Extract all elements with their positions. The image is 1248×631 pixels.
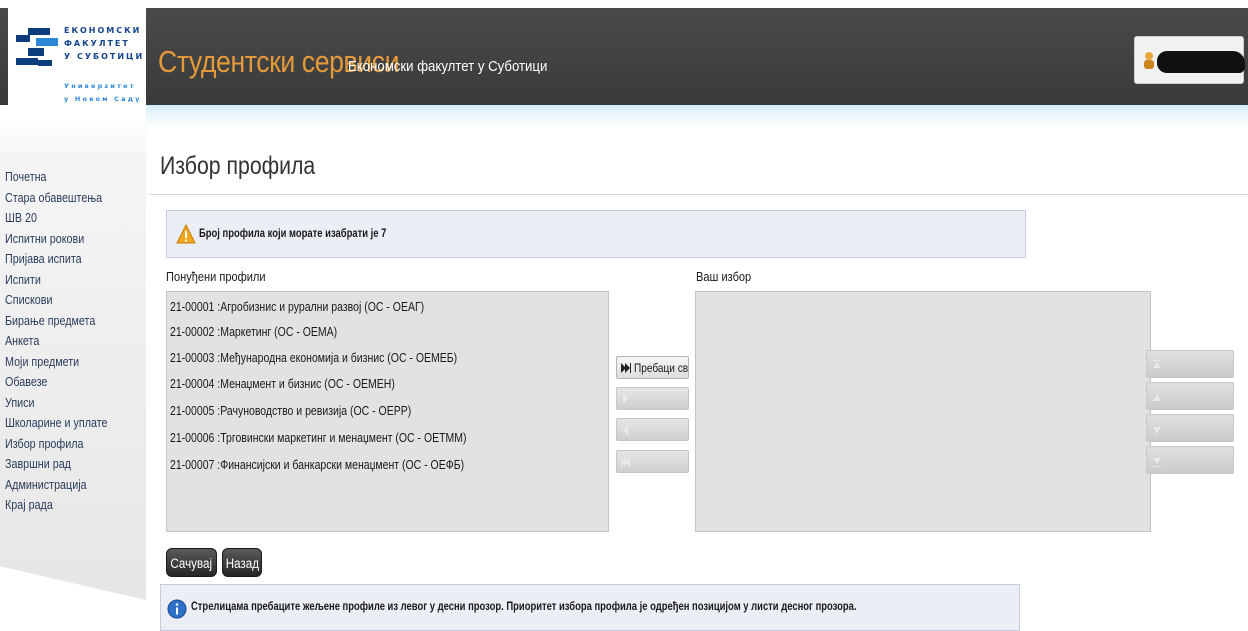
arrow-down-icon bbox=[1153, 427, 1161, 434]
user-badge[interactable] bbox=[1134, 36, 1245, 84]
move-down-button[interactable] bbox=[1146, 414, 1234, 442]
logo-line: ЕКОНОМСКИ bbox=[64, 26, 142, 35]
sidebar-item-exam-registration[interactable]: Пријава испита bbox=[5, 249, 108, 270]
logo-mark-bar bbox=[16, 35, 30, 42]
sidebar-item-lists[interactable]: Спискови bbox=[5, 290, 108, 311]
double-arrow-right-icon bbox=[621, 363, 631, 373]
logo-mark-bar bbox=[36, 38, 58, 46]
sidebar-item-shv20[interactable]: ШВ 20 bbox=[5, 208, 108, 229]
header-glow bbox=[146, 105, 1248, 127]
faculty-logo[interactable]: ЕКОНОМСКИ ФАКУЛТЕТ У СУБОТИЦИ Универзите… bbox=[8, 8, 146, 120]
warning-text: Број профила који морате изабрати је 7 bbox=[199, 228, 387, 240]
sidebar-item-obligations[interactable]: Обавезе bbox=[5, 372, 108, 393]
info-message: Стрелицама пребаците жељене профиле из л… bbox=[160, 584, 1020, 631]
save-button-label: Сачувај bbox=[170, 556, 213, 571]
move-to-top-button[interactable] bbox=[1146, 350, 1234, 378]
arrow-bottom-icon bbox=[1153, 458, 1161, 467]
sidebar-item-profile-selection[interactable]: Избор профила bbox=[5, 434, 108, 455]
move-right-button[interactable] bbox=[616, 387, 689, 410]
save-button[interactable]: Сачувај bbox=[166, 548, 217, 577]
user-icon bbox=[1144, 52, 1154, 69]
offered-profiles-label: Понуђени профили bbox=[166, 269, 266, 284]
list-item[interactable]: 21-00007 :Финансијски и банкарски менаџм… bbox=[170, 458, 464, 472]
warning-message: Број профила који морате изабрати је 7 bbox=[166, 210, 1026, 258]
chosen-profiles-list[interactable] bbox=[695, 291, 1151, 532]
list-item[interactable]: 21-00004 :Менаџмент и бизнис (ОС - ОЕМЕН… bbox=[170, 377, 395, 391]
sidebar-item-old-notices[interactable]: Стара обавештења bbox=[5, 188, 108, 209]
page-title: Избор профила bbox=[160, 152, 316, 180]
logo-sub-line: Универзитет bbox=[64, 82, 136, 90]
sidebar-item-thesis[interactable]: Завршни рад bbox=[5, 454, 108, 475]
back-button-label: Назад bbox=[225, 556, 259, 571]
list-item[interactable]: 21-00001 :Агробизнис и рурални развој (О… bbox=[170, 300, 424, 314]
move-up-button[interactable] bbox=[1146, 382, 1234, 410]
arrow-up-icon bbox=[1153, 394, 1161, 401]
list-item[interactable]: 21-00006 :Трговински маркетинг и менаџме… bbox=[170, 431, 467, 445]
list-item[interactable]: 21-00003 :Међународна економија и бизнис… bbox=[170, 351, 457, 365]
sidebar-item-exams[interactable]: Испити bbox=[5, 270, 108, 291]
move-all-left-button[interactable] bbox=[616, 450, 689, 473]
sidebar-item-enrollments[interactable]: Уписи bbox=[5, 393, 108, 414]
sidebar-item-my-courses[interactable]: Моји предмети bbox=[5, 352, 108, 373]
sidebar-item-course-selection[interactable]: Бирање предмета bbox=[5, 311, 108, 332]
user-name-redacted bbox=[1157, 51, 1245, 73]
sidebar-item-administration[interactable]: Администрација bbox=[5, 475, 108, 496]
sidebar-item-logout[interactable]: Крај рада bbox=[5, 495, 108, 516]
sidebar-item-home[interactable]: Почетна bbox=[5, 167, 108, 188]
logo-line: У СУБОТИЦИ bbox=[64, 52, 145, 61]
info-text: Стрелицама пребаците жељене профиле из л… bbox=[191, 601, 857, 613]
double-arrow-left-icon bbox=[621, 457, 630, 467]
list-item[interactable]: 21-00002 :Маркетинг (ОС - ОЕМА) bbox=[170, 325, 337, 339]
sidebar-item-tuition[interactable]: Школарине и уплате bbox=[5, 413, 108, 434]
logo-mark-bar bbox=[28, 28, 50, 35]
logo-mark-bar bbox=[38, 60, 52, 66]
move-all-label: Пребаци све bbox=[634, 361, 689, 375]
logo-mark-bar bbox=[16, 58, 38, 65]
move-all-right-button[interactable]: Пребаци све bbox=[616, 356, 689, 379]
arrow-top-icon bbox=[1153, 360, 1161, 368]
arrow-right-icon bbox=[623, 394, 628, 404]
warning-icon bbox=[176, 224, 196, 244]
logo-line: ФАКУЛТЕТ bbox=[64, 39, 130, 48]
logo-mark-bar bbox=[28, 48, 44, 56]
sidebar-item-exam-periods[interactable]: Испитни рокови bbox=[5, 229, 108, 250]
arrow-left-icon bbox=[623, 425, 628, 435]
info-icon bbox=[167, 599, 187, 619]
title-divider bbox=[150, 194, 1248, 195]
logo-sub-line: у Новом Саду bbox=[64, 95, 142, 103]
app-subtitle: Економски факултет у Суботици bbox=[348, 58, 548, 75]
offered-profiles-list[interactable]: 21-00001 :Агробизнис и рурални развој (О… bbox=[166, 291, 609, 532]
move-to-bottom-button[interactable] bbox=[1146, 446, 1234, 474]
sidebar-nav: Почетна Стара обавештења ШВ 20 Испитни р… bbox=[5, 167, 124, 516]
chosen-profiles-label: Ваш избор bbox=[696, 269, 752, 284]
sidebar-item-survey[interactable]: Анкета bbox=[5, 331, 108, 352]
move-left-button[interactable] bbox=[616, 418, 689, 441]
list-item[interactable]: 21-00005 :Рачуноводство и ревизија (ОС -… bbox=[170, 404, 411, 418]
back-button[interactable]: Назад bbox=[222, 548, 262, 577]
